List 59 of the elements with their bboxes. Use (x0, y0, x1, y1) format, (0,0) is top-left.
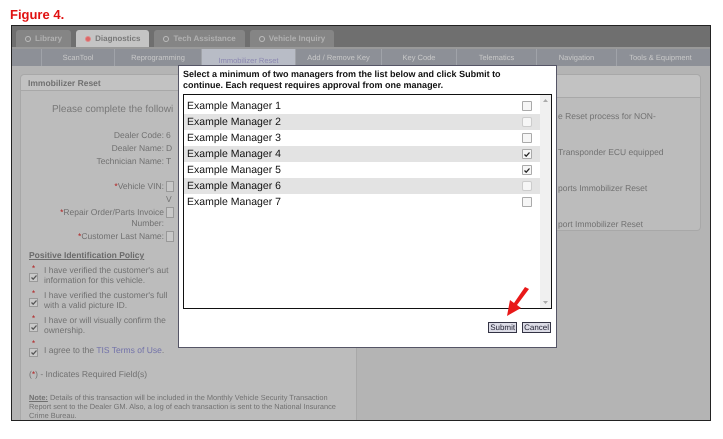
field-hint: V (166, 194, 172, 205)
terms-link[interactable]: TIS Terms of Use (96, 345, 162, 355)
figure-title: Figure 4. (9, 6, 66, 24)
checkbox[interactable] (29, 323, 38, 332)
submit-button[interactable]: Submit (488, 322, 518, 333)
checkbox[interactable] (522, 101, 532, 111)
required-mark: * (60, 207, 64, 217)
required-mark: * (32, 313, 36, 323)
main-tab[interactable]: Diagnostics (76, 30, 150, 48)
policy-text: with a valid picture ID. (44, 300, 128, 310)
checkbox[interactable] (29, 273, 38, 282)
checkbox[interactable] (522, 133, 532, 143)
legend-text: ( (29, 369, 32, 379)
policy-text: I have verified the customer's full (44, 290, 169, 300)
checkbox[interactable] (29, 348, 38, 357)
checkbox[interactable] (522, 197, 532, 207)
field-value: T (166, 156, 172, 167)
info-text: e Reset process for NON- (558, 111, 657, 121)
field-label: Vehicle VIN: (118, 181, 164, 191)
radio-icon (163, 36, 170, 42)
scrollbar[interactable] (540, 95, 551, 308)
policy-text: information for this vehicle. (44, 275, 146, 285)
field-label: Dealer Name: (112, 143, 164, 153)
field-value: D (166, 143, 172, 154)
required-mark: * (32, 338, 36, 348)
field-label: Customer Last Name: (81, 231, 164, 241)
intro-text: Please complete the followi (52, 104, 174, 115)
arrow-icon (505, 287, 531, 317)
field-label: Dealer Code: (114, 130, 164, 140)
policy-text: I have or will visually confirm the (44, 315, 167, 325)
radio-icon (25, 36, 31, 42)
legend-text: ) - Indicates Required Field(s) (35, 369, 148, 379)
checkbox[interactable] (522, 149, 532, 159)
required-mark: * (32, 263, 36, 273)
field-value: 6 (166, 130, 171, 141)
policy-title: Positive Identification Policy (29, 250, 146, 260)
policy-text: I have verified the customer's aut (44, 265, 170, 275)
cancel-button[interactable]: Cancel (522, 322, 551, 333)
scroll-down-icon[interactable] (543, 301, 548, 304)
tab-label: Diagnostics (95, 34, 140, 44)
policy-text: I agree to the TIS Terms of Use. (44, 345, 164, 355)
checkbox[interactable] (29, 298, 38, 307)
checkbox[interactable] (522, 165, 532, 175)
input-field[interactable] (166, 231, 174, 242)
policy-text: ownership. (44, 325, 86, 335)
required-mark: * (78, 231, 82, 241)
manager-row[interactable]: Example Manager 4 (184, 146, 540, 162)
required-mark: * (114, 181, 118, 191)
field-label: Repair Order/Parts Invoice Number: (63, 207, 164, 228)
input-field[interactable] (166, 181, 174, 192)
radio-icon (258, 36, 265, 42)
radio-icon (85, 36, 92, 42)
info-text: ports Immobilizer Reset (558, 183, 648, 193)
input-field[interactable] (166, 207, 174, 218)
required-mark: * (32, 369, 36, 379)
info-text: Transponder ECU equipped (558, 147, 665, 157)
info-text: port Immobilizer Reset (558, 219, 644, 229)
field-label: Technician Name: (96, 156, 164, 166)
required-mark: * (32, 288, 36, 298)
